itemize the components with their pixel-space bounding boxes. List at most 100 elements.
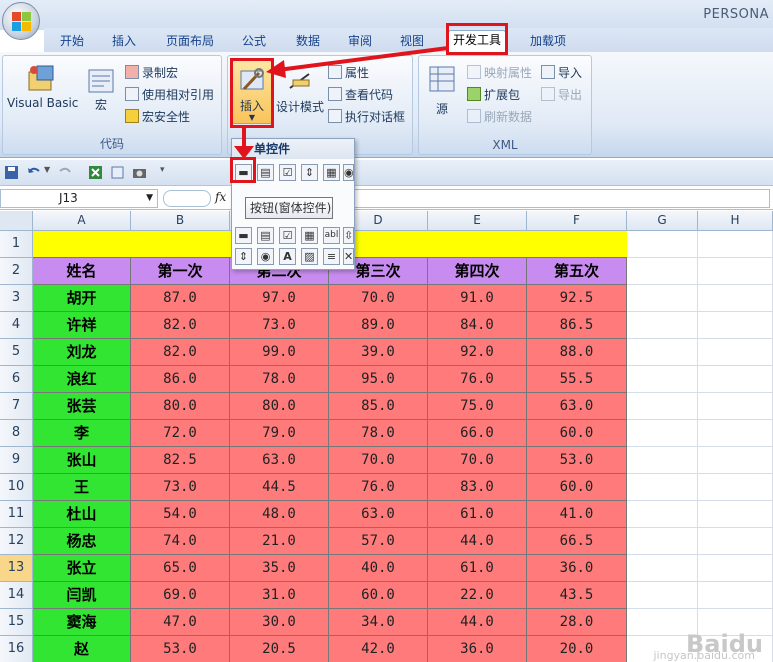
row-header-6[interactable]: 6 — [0, 366, 33, 393]
row-header-7[interactable]: 7 — [0, 393, 33, 420]
activex-option-button-icon[interactable]: ◉ — [257, 248, 274, 265]
row-header-10[interactable]: 10 — [0, 474, 33, 501]
chevron-down-icon[interactable]: ▼ — [146, 190, 153, 207]
list-box-control-icon[interactable]: ▦ — [323, 164, 340, 181]
name-cell[interactable]: 窦海 — [33, 609, 131, 636]
empty-cell[interactable] — [698, 366, 773, 393]
score-cell[interactable]: 88.0 — [527, 339, 627, 366]
activex-textbox-icon[interactable]: abl — [323, 227, 340, 244]
empty-cell[interactable] — [698, 420, 773, 447]
score-cell[interactable]: 69.0 — [131, 582, 230, 609]
score-cell[interactable]: 31.0 — [230, 582, 329, 609]
name-cell[interactable]: 胡开 — [33, 285, 131, 312]
column-header-h[interactable]: H — [698, 211, 773, 231]
score-cell[interactable]: 87.0 — [131, 285, 230, 312]
row-header-3[interactable]: 3 — [0, 285, 33, 312]
score-cell[interactable]: 74.0 — [131, 528, 230, 555]
score-cell[interactable]: 97.0 — [230, 285, 329, 312]
score-cell[interactable]: 91.0 — [428, 285, 527, 312]
score-cell[interactable]: 34.0 — [329, 609, 428, 636]
score-cell[interactable]: 86.0 — [131, 366, 230, 393]
save-icon[interactable] — [4, 165, 19, 180]
score-cell[interactable]: 76.0 — [329, 474, 428, 501]
empty-cell[interactable] — [698, 447, 773, 474]
tab-insert[interactable]: 插入 — [106, 32, 142, 52]
score-cell[interactable]: 66.0 — [428, 420, 527, 447]
run-dialog-button[interactable]: 执行对话框 — [328, 108, 405, 125]
empty-cell[interactable] — [698, 528, 773, 555]
camera-icon[interactable] — [132, 165, 147, 180]
cell-h2[interactable] — [698, 258, 773, 285]
score-cell[interactable]: 95.0 — [329, 366, 428, 393]
macro-security-button[interactable]: 宏安全性 — [125, 108, 190, 125]
row-header-15[interactable]: 15 — [0, 609, 33, 636]
score-cell[interactable]: 70.0 — [329, 447, 428, 474]
score-cell[interactable]: 99.0 — [230, 339, 329, 366]
activex-label-icon[interactable]: A — [279, 248, 296, 265]
score-cell[interactable]: 44.0 — [428, 609, 527, 636]
empty-cell[interactable] — [698, 312, 773, 339]
score-cell[interactable]: 44.5 — [230, 474, 329, 501]
name-cell[interactable]: 许祥 — [33, 312, 131, 339]
import-button[interactable]: 导入 — [541, 64, 582, 81]
name-cell[interactable]: 张芸 — [33, 393, 131, 420]
score-cell[interactable]: 80.0 — [230, 393, 329, 420]
merge-icon[interactable] — [110, 165, 125, 180]
name-cell[interactable]: 杨忠 — [33, 528, 131, 555]
score-cell[interactable]: 76.0 — [428, 366, 527, 393]
empty-cell[interactable] — [698, 393, 773, 420]
score-cell[interactable]: 22.0 — [428, 582, 527, 609]
score-cell[interactable]: 20.5 — [230, 636, 329, 662]
empty-cell[interactable] — [698, 339, 773, 366]
empty-cell[interactable] — [627, 582, 698, 609]
row-header-8[interactable]: 8 — [0, 420, 33, 447]
score-cell[interactable]: 72.0 — [131, 420, 230, 447]
score-cell[interactable]: 66.5 — [527, 528, 627, 555]
customize-toolbar-icon[interactable]: ▾ — [160, 165, 165, 175]
activex-spinner-icon[interactable]: ⇕ — [235, 248, 252, 265]
activex-checkbox-icon[interactable]: ☑ — [279, 227, 296, 244]
score-cell[interactable]: 54.0 — [131, 501, 230, 528]
macros-button[interactable]: 宏 — [83, 66, 119, 113]
score-cell[interactable]: 92.5 — [527, 285, 627, 312]
combo-box-control-icon[interactable]: ▤ — [257, 164, 274, 181]
score-cell[interactable]: 41.0 — [527, 501, 627, 528]
score-cell[interactable]: 20.0 — [527, 636, 627, 662]
score-cell[interactable]: 86.5 — [527, 312, 627, 339]
score-cell[interactable]: 73.0 — [131, 474, 230, 501]
record-macro-button[interactable]: 录制宏 — [125, 64, 178, 81]
empty-cell[interactable] — [627, 555, 698, 582]
score-cell[interactable]: 28.0 — [527, 609, 627, 636]
row-header-9[interactable]: 9 — [0, 447, 33, 474]
score-cell[interactable]: 60.0 — [527, 474, 627, 501]
row-header-13[interactable]: 13 — [0, 555, 33, 582]
score-cell[interactable]: 43.5 — [527, 582, 627, 609]
empty-cell[interactable] — [627, 474, 698, 501]
score-cell[interactable]: 82.0 — [131, 339, 230, 366]
cell-h1[interactable] — [698, 231, 773, 258]
score-cell[interactable]: 80.0 — [131, 393, 230, 420]
row-header-12[interactable]: 12 — [0, 528, 33, 555]
column-header-a[interactable]: A — [33, 211, 131, 231]
relative-references-button[interactable]: 使用相对引用 — [125, 86, 214, 103]
score-cell[interactable]: 82.5 — [131, 447, 230, 474]
name-cell[interactable]: 赵 — [33, 636, 131, 662]
empty-cell[interactable] — [698, 582, 773, 609]
empty-cell[interactable] — [627, 501, 698, 528]
score-cell[interactable]: 82.0 — [131, 312, 230, 339]
excel-icon[interactable] — [88, 165, 103, 180]
score-cell[interactable]: 61.0 — [428, 555, 527, 582]
score-cell[interactable]: 78.0 — [230, 366, 329, 393]
activex-button-icon[interactable]: ▬ — [235, 227, 252, 244]
option-button-control-icon[interactable]: ◉ — [343, 164, 354, 181]
name-cell[interactable]: 张立 — [33, 555, 131, 582]
score-cell[interactable]: 63.0 — [527, 393, 627, 420]
column-header-e[interactable]: E — [428, 211, 527, 231]
score-cell[interactable]: 30.0 — [230, 609, 329, 636]
score-cell[interactable]: 53.0 — [527, 447, 627, 474]
refresh-data-button[interactable]: 刷新数据 — [467, 108, 532, 125]
cell-g2[interactable] — [627, 258, 698, 285]
cell-g1[interactable] — [627, 231, 698, 258]
name-cell[interactable]: 闫凯 — [33, 582, 131, 609]
header-cell[interactable]: 第五次 — [527, 258, 627, 285]
